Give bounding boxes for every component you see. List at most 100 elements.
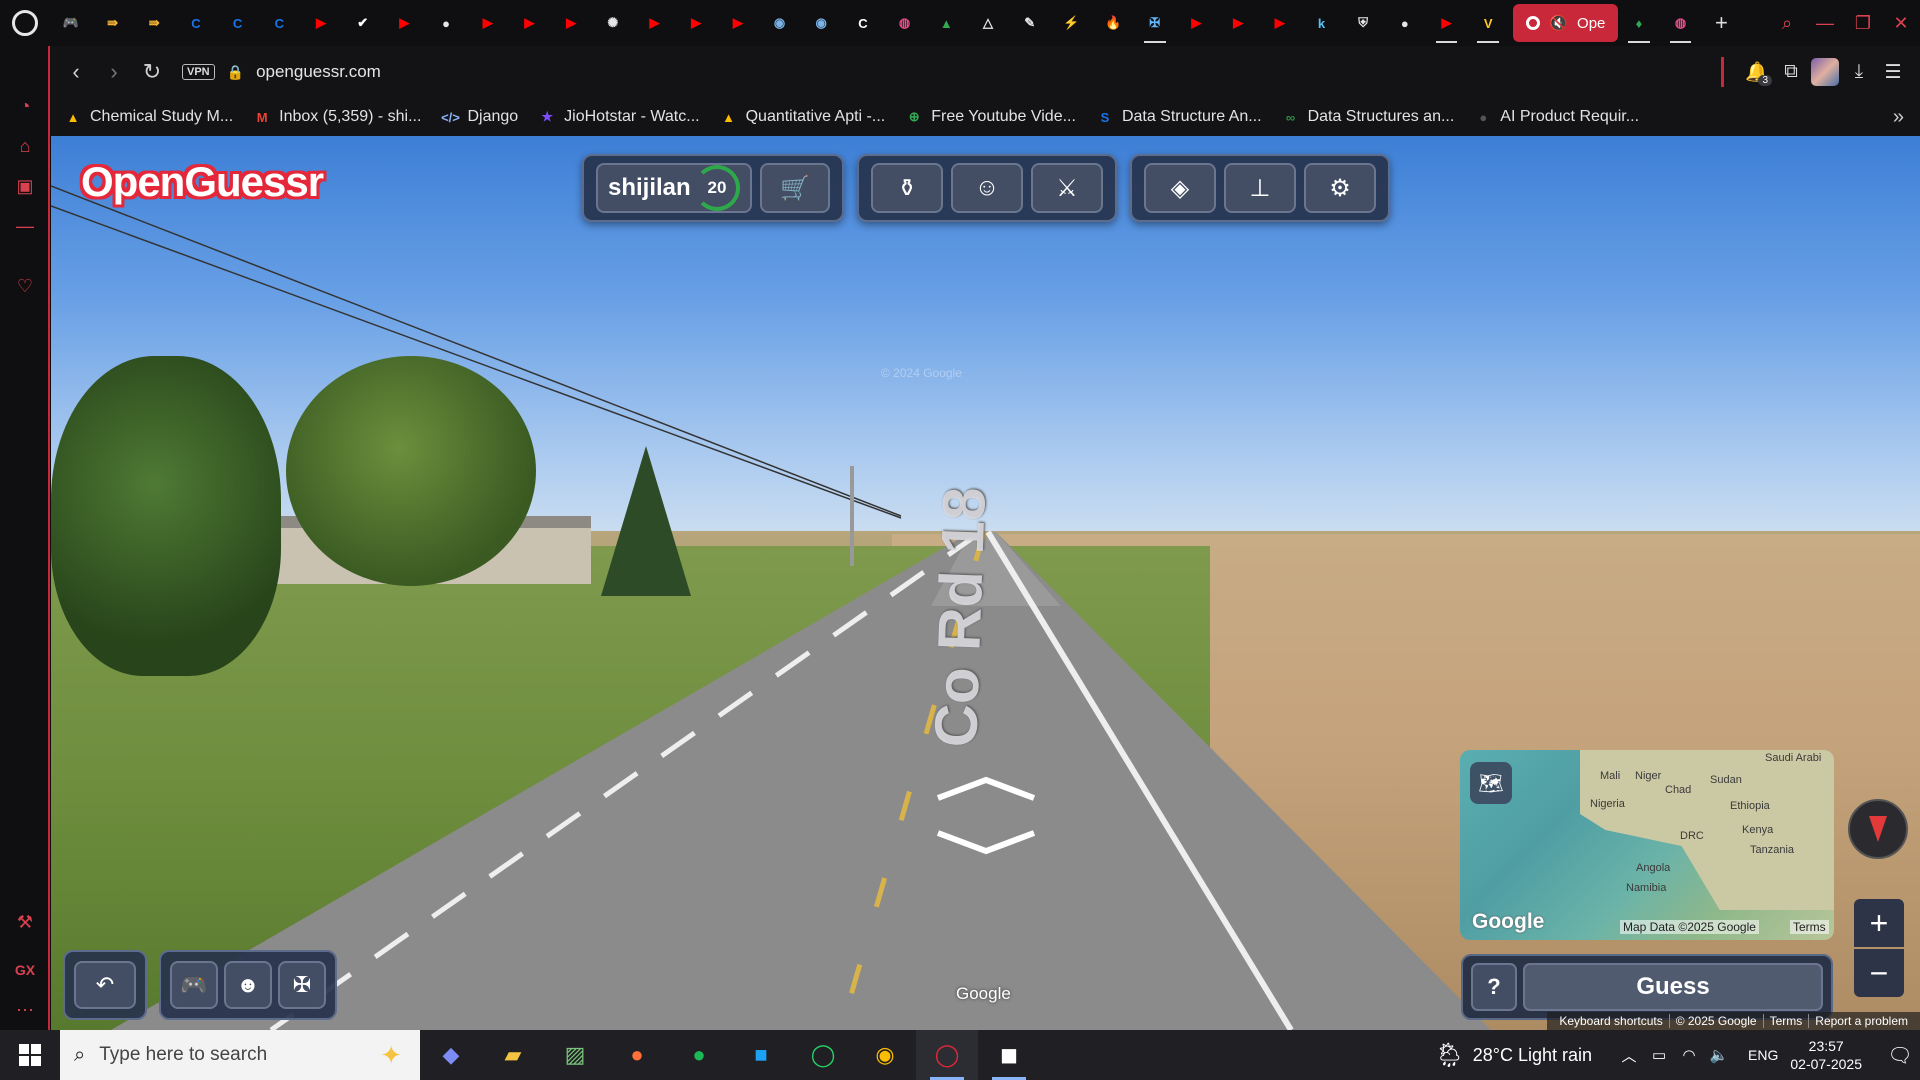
return-to-start-button[interactable]: ↶ <box>74 961 136 1009</box>
tab-item[interactable]: C <box>217 0 259 46</box>
bookmark-item[interactable]: M Inbox (5,359) - shi... <box>253 108 422 126</box>
tab-item[interactable]: ▶ <box>550 0 592 46</box>
tab-item[interactable]: ▶ <box>717 0 759 46</box>
maximize-button[interactable]: ❐ <box>1844 0 1882 46</box>
gx-control-icon[interactable]: GX <box>13 958 37 982</box>
forward-icon[interactable]: › <box>98 56 130 88</box>
tab-item[interactable]: ♦ <box>1618 0 1660 46</box>
tab-item[interactable]: ⚡ <box>1051 0 1093 46</box>
twitter-app[interactable]: ■ <box>730 1030 792 1080</box>
gx-mods-icon[interactable]: ⚒ <box>13 910 37 934</box>
zoom-in-button[interactable]: + <box>1854 899 1904 947</box>
volume-icon[interactable]: 🔈 <box>1706 1046 1732 1064</box>
bookmark-item[interactable]: ▲ Quantitative Apti -... <box>720 108 885 126</box>
copilot-app[interactable]: ◆ <box>420 1030 482 1080</box>
bookmark-item[interactable]: ▲ Chemical Study M... <box>64 108 234 126</box>
move-back-arrow[interactable] <box>936 829 1036 855</box>
tab-item[interactable]: ✺ <box>592 0 634 46</box>
zoom-out-button[interactable]: − <box>1854 949 1904 997</box>
battle-button[interactable]: ⚔ <box>1031 163 1103 213</box>
map-terms-link[interactable]: Terms <box>1790 920 1829 934</box>
map-toggle-button[interactable]: 🗺 <box>1470 762 1512 804</box>
tab-item[interactable]: ◍ <box>884 0 926 46</box>
tab-item[interactable]: ✠ <box>1134 0 1176 46</box>
speed-dial-icon[interactable]: ◔ <box>13 94 37 118</box>
tab-item[interactable]: ▶ <box>300 0 342 46</box>
tab-item[interactable]: ◉ <box>759 0 801 46</box>
bookmark-item[interactable]: ★ JioHotstar - Watc... <box>538 108 699 126</box>
tab-item[interactable]: ▶ <box>1426 0 1468 46</box>
bookmark-item[interactable]: ⊕ Free Youtube Vide... <box>905 108 1076 126</box>
back-icon[interactable]: ‹ <box>60 56 92 88</box>
tab-item[interactable]: C <box>258 0 300 46</box>
notification-center-icon[interactable]: 🗨 <box>1880 1043 1920 1068</box>
bookmark-item[interactable]: </> Django <box>441 108 518 126</box>
messenger-icon[interactable]: ▣ <box>13 174 37 198</box>
tab-item[interactable]: ▶ <box>467 0 509 46</box>
image-viewer-app[interactable]: ▨ <box>544 1030 606 1080</box>
tab-item[interactable]: 🎮 <box>50 0 92 46</box>
leaderboard-button[interactable]: ⚱ <box>871 163 943 213</box>
chrome-app[interactable]: ◉ <box>854 1030 916 1080</box>
opera-menu-icon[interactable] <box>0 0 50 46</box>
tab-item[interactable]: ⇛ <box>133 0 175 46</box>
tab-item[interactable]: ✔ <box>342 0 384 46</box>
battery-icon[interactable]: ▭ <box>1646 1046 1672 1064</box>
bookmark-item[interactable]: ∞ Data Structures an... <box>1282 108 1454 126</box>
tab-item[interactable]: ✎ <box>1009 0 1051 46</box>
tab-item[interactable]: ▶ <box>634 0 676 46</box>
tab-item[interactable]: △ <box>967 0 1009 46</box>
multiplayer-button[interactable]: ☺ <box>951 163 1023 213</box>
new-tab-button[interactable]: + <box>1707 9 1735 37</box>
taskbar-search[interactable]: ⌕ Type here to search ✦ <box>60 1030 420 1080</box>
reload-icon[interactable]: ↻ <box>136 56 168 88</box>
compass[interactable] <box>1848 799 1908 859</box>
keyboard-shortcuts-link[interactable]: Keyboard shortcuts <box>1553 1014 1670 1028</box>
tab-item[interactable]: 🔥 <box>1092 0 1134 46</box>
tab-item[interactable]: ▶ <box>1176 0 1218 46</box>
settings-button[interactable]: ⚙ <box>1304 163 1376 213</box>
tab-item[interactable]: ● <box>425 0 467 46</box>
street-view-panorama[interactable]: OpenGuessr © 2024 Google shijilan 20 🛒 ⚱… <box>51 136 1920 1030</box>
opera-gx-app[interactable]: ◯ <box>916 1030 978 1080</box>
chevron-up-icon[interactable]: ︿ <box>1616 1045 1642 1066</box>
location-button[interactable]: ⊥ <box>1224 163 1296 213</box>
notifications-icon[interactable]: 🔔 3 <box>1740 55 1774 89</box>
vpn-badge[interactable]: VPN <box>182 64 215 80</box>
tab-item[interactable]: ◉ <box>800 0 842 46</box>
tab-item[interactable]: C <box>175 0 217 46</box>
more-bookmarks-icon[interactable]: » <box>1893 98 1904 136</box>
tab-item[interactable]: ● <box>1384 0 1426 46</box>
more-sidebar-icon[interactable]: ⋯ <box>13 998 37 1022</box>
terms-link[interactable]: Terms <box>1764 1014 1810 1028</box>
report-problem-link[interactable]: Report a problem <box>1809 1014 1914 1028</box>
gaming-icon[interactable]: ⌂ <box>13 134 37 158</box>
tab-item[interactable]: ▶ <box>1259 0 1301 46</box>
tab-active[interactable]: 🔇 Ope <box>1513 4 1619 42</box>
tab-item[interactable]: ▶ <box>384 0 426 46</box>
whatsapp-app[interactable]: ◯ <box>792 1030 854 1080</box>
extensions-icon[interactable]: ⧉ <box>1774 55 1808 89</box>
tab-item[interactable]: ▶ <box>675 0 717 46</box>
tab-item[interactable]: C <box>842 0 884 46</box>
bookmark-item[interactable]: ● AI Product Requir... <box>1474 108 1639 126</box>
minimize-button[interactable]: — <box>1806 0 1844 46</box>
weather-widget[interactable]: 🌦 28°C Light rain <box>1434 1041 1592 1070</box>
language-indicator[interactable]: ENG <box>1748 1047 1778 1063</box>
lock-icon[interactable]: 🔒 <box>227 64 244 81</box>
tab-item[interactable]: ◍ <box>1660 0 1702 46</box>
mute-icon[interactable]: 🔇 <box>1549 14 1568 32</box>
file-explorer-app[interactable]: ▰ <box>482 1030 544 1080</box>
openguessr-logo[interactable]: OpenGuessr <box>81 158 324 206</box>
close-window-button[interactable]: ✕ <box>1882 0 1920 46</box>
favorites-heart-icon[interactable]: ♡ <box>13 274 37 298</box>
reddit-button[interactable]: ☻ <box>224 961 272 1009</box>
start-button[interactable] <box>0 1030 60 1080</box>
discord-button[interactable]: 🎮 <box>170 961 218 1009</box>
tab-item[interactable]: ▶ <box>509 0 551 46</box>
firefox-app[interactable]: ● <box>606 1030 668 1080</box>
bookmark-item[interactable]: S Data Structure An... <box>1096 108 1262 126</box>
address-bar[interactable]: openguessr.com <box>256 62 381 82</box>
downloads-icon[interactable]: ⤓ <box>1842 55 1876 89</box>
move-forward-arrow[interactable] <box>936 776 1036 802</box>
